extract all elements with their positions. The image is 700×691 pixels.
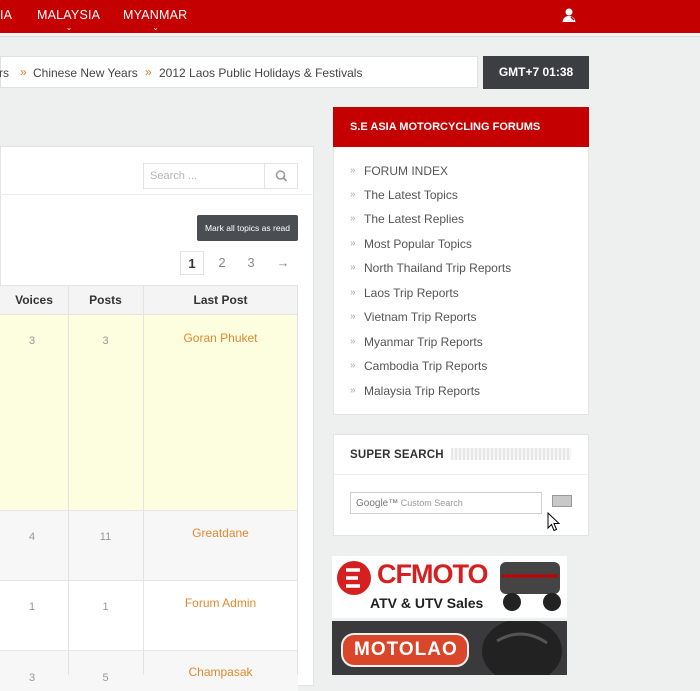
user-icon[interactable] — [561, 7, 577, 23]
table-row: 1 1 Forum Admin — [0, 581, 298, 651]
topics-table-header: Voices Posts Last Post — [0, 285, 298, 315]
top-nav-underline — [0, 33, 700, 37]
forum-search — [143, 163, 298, 189]
breadcrumb-item[interactable]: rs — [0, 66, 9, 80]
voices-count: 3 — [28, 335, 36, 347]
search-icon — [275, 170, 288, 182]
super-search-title: SUPER SEARCH — [350, 449, 444, 461]
forum-link-cambodia[interactable]: Cambodia Trip Reports — [364, 359, 487, 373]
arrow-right-icon: » — [350, 360, 356, 371]
last-post-author-link[interactable]: Greatdane — [143, 526, 298, 540]
page-link-3[interactable]: 3 — [239, 251, 263, 275]
last-post-author-link[interactable]: Champasak — [143, 665, 298, 679]
chevron-down-icon: ⌄ — [65, 23, 73, 32]
mark-all-read-button[interactable]: Mark all topics as read — [197, 215, 298, 241]
posts-count: 5 — [102, 672, 109, 684]
nav-item-malaysia[interactable]: MALAYSIA ⌄ — [37, 8, 101, 32]
forum-link-latest-replies[interactable]: The Latest Replies — [364, 212, 464, 226]
forum-link-malaysia[interactable]: Malaysia Trip Reports — [364, 384, 480, 398]
google-search-placeholder: Custom Search — [400, 498, 463, 508]
mouse-cursor-icon — [547, 512, 561, 532]
table-row: 4 11 Greatdane — [0, 511, 298, 581]
breadcrumb-separator-icon: » — [20, 65, 27, 79]
google-custom-search-input[interactable]: Google™ Custom Search — [350, 492, 542, 514]
chevron-down-icon: ⌄ — [152, 23, 160, 32]
posts-count: 1 — [102, 601, 109, 613]
forum-link-north-thailand[interactable]: North Thailand Trip Reports — [364, 261, 511, 275]
cfmoto-ad-banner[interactable]: CFMOTO ATV & UTV Sales — [332, 556, 567, 618]
arrow-right-icon: » — [350, 311, 356, 322]
cfmoto-tagline: ATV & UTV Sales — [370, 595, 484, 611]
last-post-author-link[interactable]: Forum Admin — [143, 596, 298, 610]
last-post-author-link[interactable]: Goran Phuket — [143, 331, 298, 345]
table-right-border — [297, 285, 298, 675]
google-logo: Google™ — [356, 498, 399, 509]
breadcrumb: rs » Chinese New Years » 2012 Laos Publi… — [0, 56, 478, 88]
posts-count: 3 — [102, 335, 109, 347]
arrow-right-icon: » — [350, 213, 356, 224]
arrow-right-icon: » — [350, 238, 356, 249]
forum-link-vietnam[interactable]: Vietnam Trip Reports — [364, 310, 477, 324]
breadcrumb-current: 2012 Laos Public Holidays & Festivals — [159, 66, 363, 80]
column-header-voices[interactable]: Voices — [0, 293, 68, 307]
nav-item-myanmar[interactable]: MYANMAR ⌄ — [123, 8, 188, 32]
breadcrumb-separator-icon: » — [145, 65, 152, 79]
breadcrumb-item[interactable]: Chinese New Years — [33, 66, 138, 80]
panel-divider — [0, 194, 314, 195]
forum-link-myanmar[interactable]: Myanmar Trip Reports — [364, 335, 483, 349]
page-link-2[interactable]: 2 — [210, 251, 234, 275]
column-divider — [143, 285, 144, 675]
voices-count: 3 — [28, 672, 36, 684]
nav-item-thailand[interactable]: IA — [0, 8, 12, 22]
nav-item-label: MALAYSIA — [37, 8, 101, 22]
forum-link-latest-topics[interactable]: The Latest Topics — [364, 188, 458, 202]
top-nav-bar: IA MALAYSIA ⌄ MYANMAR ⌄ — [0, 0, 700, 33]
search-button[interactable] — [264, 164, 298, 188]
arrow-right-icon: » — [350, 189, 356, 200]
title-stripe-decoration — [451, 448, 571, 460]
nav-item-label: MYANMAR — [123, 8, 188, 22]
table-row: 3 5 Champasak — [0, 651, 298, 691]
next-page-arrow-icon[interactable]: → — [271, 251, 295, 275]
column-header-posts[interactable]: Posts — [68, 293, 143, 307]
nav-item-label: IA — [0, 8, 13, 22]
arrow-right-icon: » — [350, 336, 356, 347]
voices-count: 4 — [28, 531, 36, 543]
voices-count: 1 — [28, 601, 36, 613]
forum-link-laos[interactable]: Laos Trip Reports — [364, 286, 459, 300]
column-divider — [68, 285, 69, 675]
google-search-button[interactable] — [552, 495, 572, 507]
arrow-right-icon: » — [350, 165, 356, 176]
motolao-ad-banner[interactable]: MOTOLAO — [332, 621, 567, 675]
table-row: 3 3 Goran Phuket — [0, 315, 298, 511]
column-header-last-post[interactable]: Last Post — [143, 293, 298, 307]
cfmoto-brand-text: CFMOTO — [377, 559, 488, 589]
forums-widget-title: S.E ASIA MOTORCYCLING FORUMS — [333, 107, 589, 147]
clock-display: GMT+7 01:38 — [483, 56, 589, 89]
motolao-brand-text: MOTOLAO — [354, 639, 458, 660]
arrow-right-icon: » — [350, 262, 356, 273]
forum-search-input[interactable] — [144, 164, 276, 188]
posts-count: 11 — [99, 531, 112, 543]
arrow-right-icon: » — [350, 385, 356, 396]
arrow-right-icon: » — [350, 287, 356, 298]
forum-link-index[interactable]: FORUM INDEX — [364, 164, 448, 178]
forum-link-popular-topics[interactable]: Most Popular Topics — [364, 237, 472, 251]
page-link-1[interactable]: 1 — [180, 251, 204, 275]
forums-widget-title-text: S.E ASIA MOTORCYCLING FORUMS — [350, 121, 541, 133]
